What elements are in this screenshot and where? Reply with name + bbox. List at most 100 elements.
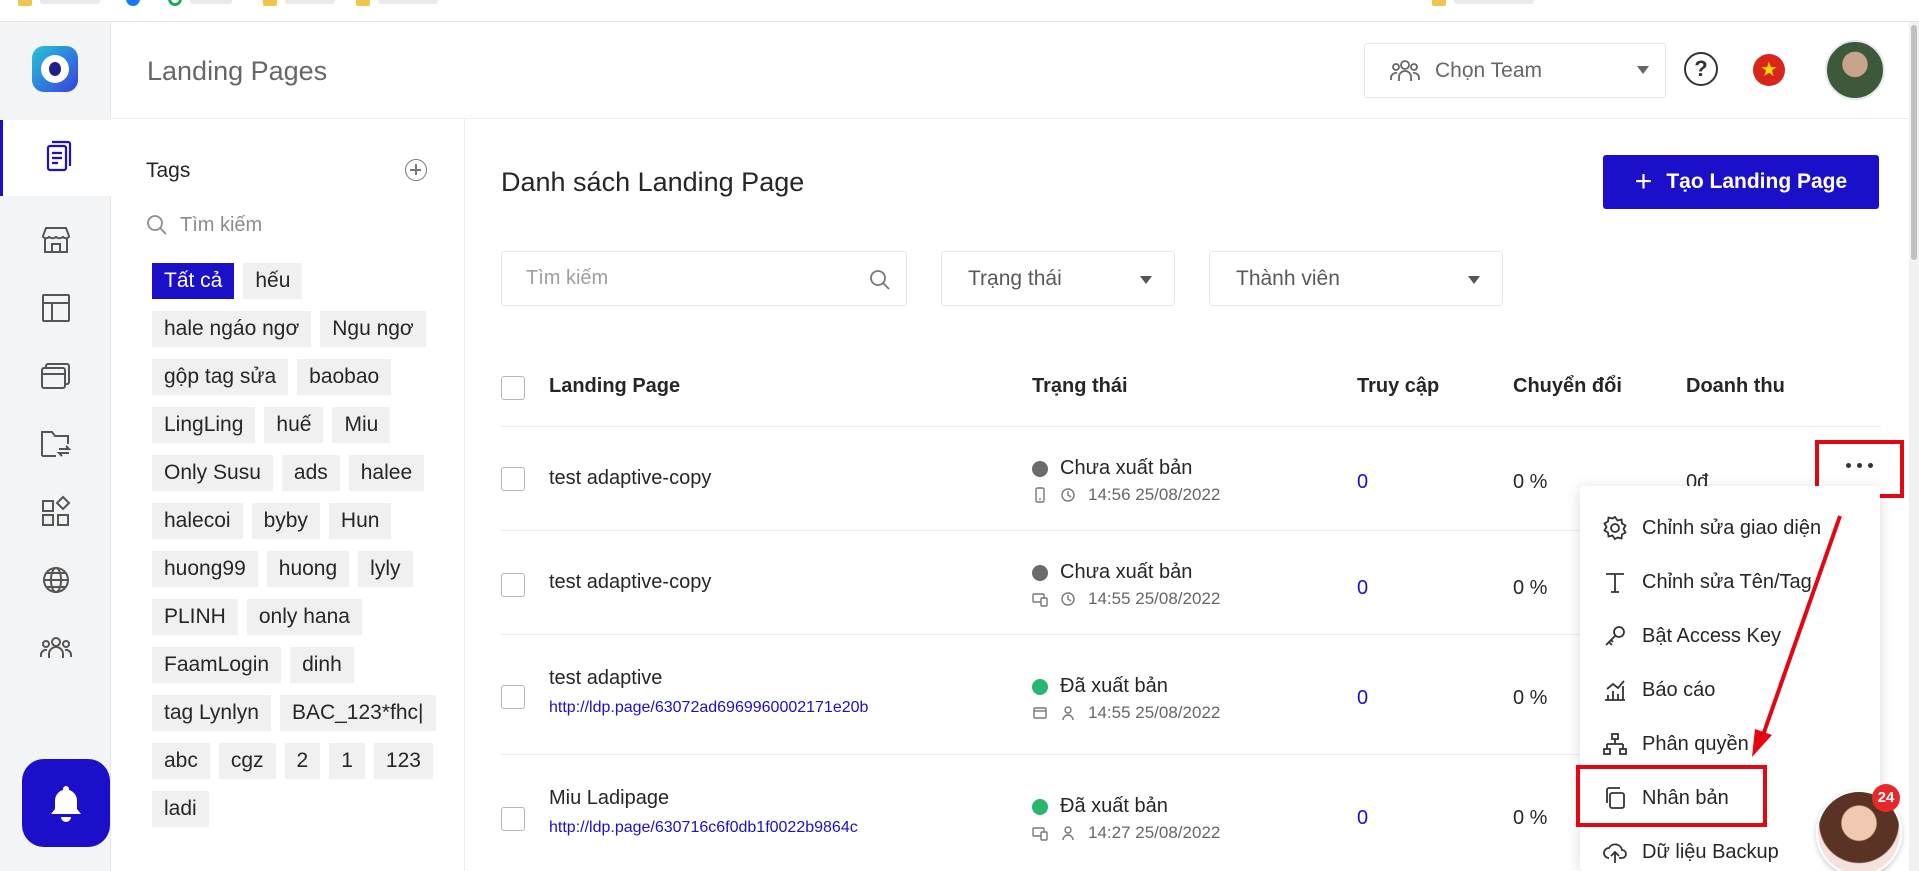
tag-chip[interactable]: halecoi xyxy=(152,503,243,539)
tag-chip[interactable]: 123 xyxy=(373,743,433,779)
tag-chip[interactable]: PLINH xyxy=(152,599,238,635)
nav-landing-pages[interactable] xyxy=(0,120,111,196)
menu-item-backup[interactable]: Dữ liệu Backup xyxy=(1602,832,1779,871)
tag-chip[interactable]: Ngu ngơ xyxy=(320,311,426,347)
bookmark-label[interactable] xyxy=(40,0,100,4)
tag-chip[interactable]: 1 xyxy=(329,743,365,779)
visits-value[interactable]: 0 xyxy=(1357,471,1368,494)
tag-chip[interactable]: huong99 xyxy=(152,551,258,587)
visits-value[interactable]: 0 xyxy=(1357,577,1368,600)
tag-chip[interactable]: Tất cả xyxy=(152,263,235,299)
member-filter[interactable]: Thành viên xyxy=(1209,251,1503,306)
create-landing-page-button[interactable]: + Tạo Landing Page xyxy=(1603,155,1879,209)
help-icon[interactable]: ? xyxy=(1684,52,1718,86)
nav-folders[interactable] xyxy=(0,406,111,482)
tag-chip[interactable]: Only Susu xyxy=(152,455,273,491)
tag-chip[interactable]: 2 xyxy=(284,743,321,779)
bookmark-folder-icon[interactable] xyxy=(263,0,277,6)
row-checkbox[interactable] xyxy=(501,685,525,709)
nav-domains[interactable] xyxy=(0,542,111,618)
nav-apps[interactable] xyxy=(0,474,111,550)
column-status[interactable]: Trạng thái xyxy=(1032,375,1128,398)
landing-page-name[interactable]: Miu Ladipage xyxy=(549,787,669,810)
tag-chip[interactable]: byby xyxy=(251,503,320,539)
menu-item-access-key[interactable]: Bật Access Key xyxy=(1602,616,1781,656)
bookmark-folder-icon[interactable] xyxy=(356,0,370,6)
nav-browser[interactable] xyxy=(0,338,111,414)
menu-item-edit-name-tag[interactable]: Chỉnh sửa Tên/Tag xyxy=(1602,562,1812,602)
user-avatar[interactable] xyxy=(1825,40,1885,100)
landing-page-name[interactable]: test adaptive-copy xyxy=(549,467,711,490)
tag-chip[interactable]: huế xyxy=(264,407,324,443)
bookmark-label[interactable] xyxy=(1454,0,1534,4)
menu-item-label: Chỉnh sửa giao diện xyxy=(1642,516,1822,539)
tag-chip[interactable]: only hana xyxy=(246,599,362,635)
tag-search[interactable]: Tìm kiếm xyxy=(146,207,436,243)
bookmark-folder-icon[interactable] xyxy=(1432,0,1446,6)
page-scrollbar-thumb[interactable] xyxy=(1911,25,1917,260)
tag-chip[interactable]: lyly xyxy=(358,551,413,587)
tag-chip[interactable]: Hun xyxy=(328,503,392,539)
team-select[interactable]: Chọn Team xyxy=(1364,43,1666,98)
menu-item-edit-design[interactable]: Chỉnh sửa giao diện xyxy=(1602,508,1821,548)
landing-search-input[interactable]: Tìm kiếm xyxy=(501,251,907,306)
menu-item-report[interactable]: Báo cáo xyxy=(1602,670,1715,710)
bookmark-folder-icon[interactable] xyxy=(18,0,32,6)
landing-page-url[interactable]: http://ldp.page/630716c6f0db1f0022b9864c xyxy=(549,819,858,837)
row-checkbox[interactable] xyxy=(501,807,525,831)
tag-search-input[interactable]: Tìm kiếm xyxy=(180,214,262,237)
updated-time: 14:27 25/08/2022 xyxy=(1088,823,1221,842)
visits-value[interactable]: 0 xyxy=(1357,687,1368,710)
folder-transfer-icon xyxy=(40,431,71,457)
search-icon xyxy=(147,215,167,235)
tag-chip[interactable]: hale ngáo ngơ xyxy=(152,311,312,347)
add-tag-icon[interactable] xyxy=(405,159,427,181)
search-placeholder: Tìm kiếm xyxy=(526,267,609,289)
tag-chip[interactable]: abc xyxy=(152,743,210,779)
column-visits[interactable]: Truy cập xyxy=(1357,375,1439,398)
tag-chip[interactable]: gộp tag sửa xyxy=(152,359,289,395)
tag-chip[interactable]: BAC_123*fhc| xyxy=(279,695,436,731)
landing-page-url[interactable]: http://ldp.page/63072ad6969960002171e20b xyxy=(549,699,868,717)
vietnam-flag-icon[interactable]: ★ xyxy=(1753,54,1785,86)
landing-page-name[interactable]: test adaptive xyxy=(549,667,662,690)
select-all-checkbox[interactable] xyxy=(501,376,525,400)
tag-chip[interactable]: FaamLogin xyxy=(152,647,282,683)
template-icon xyxy=(41,294,70,322)
table-header: Landing Page Trạng thái Truy cập Chuyển … xyxy=(501,347,1881,427)
tag-chip[interactable]: hếu xyxy=(243,263,303,299)
status-text: Đã xuất bản xyxy=(1060,795,1168,817)
menu-item-permissions[interactable]: Phân quyền xyxy=(1602,724,1749,764)
column-conversion[interactable]: Chuyển đổi xyxy=(1513,375,1622,398)
app-logo-icon[interactable] xyxy=(32,46,78,92)
notification-button[interactable] xyxy=(22,759,110,847)
row-checkbox[interactable] xyxy=(501,467,525,491)
tag-chip[interactable]: dinh xyxy=(290,647,354,683)
landing-page-name[interactable]: test adaptive-copy xyxy=(549,571,711,594)
nav-templates[interactable] xyxy=(0,270,111,346)
bookmark-circle-icon[interactable] xyxy=(168,0,182,6)
tag-chip[interactable]: cgz xyxy=(218,743,276,779)
status-filter[interactable]: Trạng thái xyxy=(941,251,1175,306)
tag-chip[interactable]: LingLing xyxy=(152,407,256,443)
bookmark-label[interactable] xyxy=(378,0,438,4)
row-checkbox[interactable] xyxy=(501,573,525,597)
nav-team[interactable] xyxy=(0,610,111,686)
status-cell: Chưa xuất bản xyxy=(1032,457,1192,480)
tag-chip[interactable]: tag Lynlyn xyxy=(152,695,271,731)
tag-chip[interactable]: ads xyxy=(281,455,340,491)
visits-value[interactable]: 0 xyxy=(1357,807,1368,830)
tag-chip[interactable]: halee xyxy=(348,455,425,491)
tag-chip[interactable]: Miu xyxy=(332,407,391,443)
facebook-icon[interactable] xyxy=(126,0,140,6)
nav-store[interactable] xyxy=(0,202,111,278)
status-text: Chưa xuất bản xyxy=(1060,561,1193,583)
tag-chip[interactable]: huong xyxy=(266,551,350,587)
column-landing-page[interactable]: Landing Page xyxy=(549,375,680,398)
tag-chip[interactable]: baobao xyxy=(297,359,392,395)
tag-chip[interactable]: ladi xyxy=(152,791,209,827)
column-revenue[interactable]: Doanh thu xyxy=(1686,375,1785,398)
text-icon xyxy=(1606,573,1624,593)
bookmark-label[interactable] xyxy=(190,0,232,4)
bookmark-label[interactable] xyxy=(285,0,335,4)
